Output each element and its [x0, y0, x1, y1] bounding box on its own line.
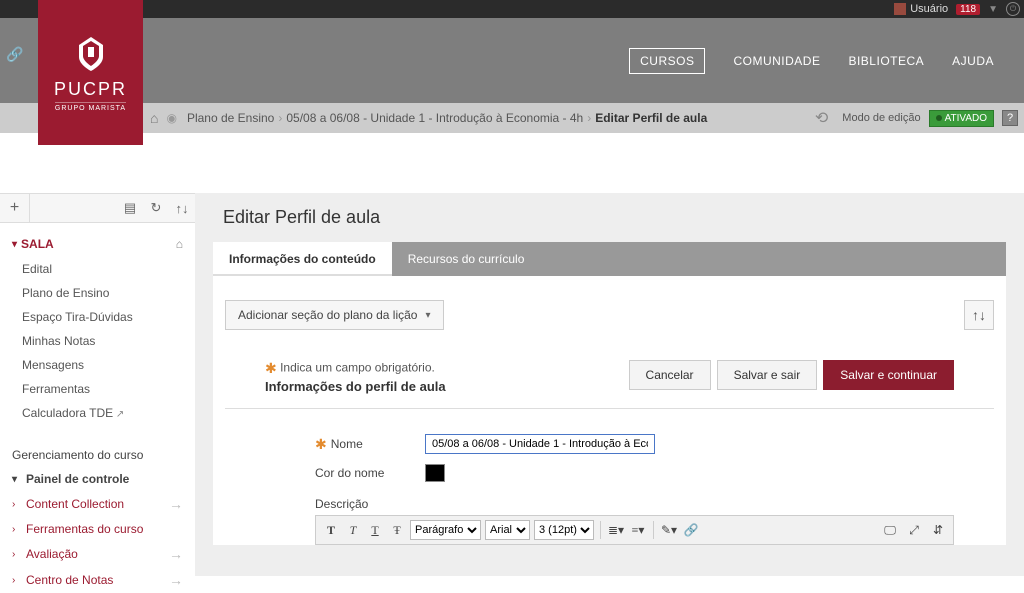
- tab-recursos[interactable]: Recursos do currículo: [392, 242, 541, 276]
- bullet-list-icon[interactable]: ≣▾: [607, 520, 625, 540]
- sync-icon[interactable]: ⟲: [815, 108, 828, 128]
- cancel-button[interactable]: Cancelar: [629, 360, 711, 390]
- sidebar-item-notas[interactable]: Minhas Notas: [12, 329, 183, 353]
- sidebar: + ▤ ↻ ↑↓ ▾ SALA ⌂ Edital Plano de Ensino…: [0, 193, 195, 593]
- font-select[interactable]: Arial: [485, 520, 530, 540]
- add-section-button[interactable]: Adicionar seção do plano da lição ▾: [225, 300, 444, 330]
- edit-mode-toggle[interactable]: ATIVADO: [929, 110, 994, 127]
- label-descricao: Descrição: [225, 487, 994, 513]
- nav-cursos[interactable]: CURSOS: [629, 48, 705, 74]
- user-menu[interactable]: Usuário: [894, 3, 948, 15]
- save-continue-button[interactable]: Salvar e continuar: [823, 360, 954, 390]
- collapse-icon[interactable]: ⇵: [929, 520, 947, 540]
- size-select[interactable]: 3 (12pt): [534, 520, 594, 540]
- crumb-b[interactable]: 05/08 a 06/08 - Unidade 1 - Introdução à…: [286, 111, 583, 125]
- chevron-down-icon[interactable]: ▼: [988, 4, 998, 15]
- arrow-right-icon: →: [169, 572, 183, 588]
- link-icon[interactable]: 🔗: [682, 520, 700, 540]
- reorder-button[interactable]: ↑↓: [964, 300, 994, 330]
- arrow-right-icon: →: [169, 496, 183, 512]
- color-swatch[interactable]: [425, 464, 445, 482]
- help-button[interactable]: ?: [1002, 110, 1018, 126]
- chevron-right-icon: ›: [12, 575, 20, 586]
- sidebar-item-edital[interactable]: Edital: [12, 257, 183, 281]
- toolbar-t1[interactable]: T: [322, 520, 340, 540]
- label-cor: Cor do nome: [315, 466, 384, 480]
- chevron-down-icon: ▾: [12, 239, 17, 250]
- pin-breadcrumb-icon[interactable]: ◉: [166, 111, 176, 125]
- crumb-sep: ›: [587, 111, 591, 125]
- sidebar-item-plano[interactable]: Plano de Ensino: [12, 281, 183, 305]
- chevron-down-icon: ▾: [425, 310, 430, 321]
- required-icon: ✱: [265, 360, 277, 376]
- nav-ajuda[interactable]: AJUDA: [952, 54, 994, 68]
- chevron-right-icon: ›: [12, 499, 20, 510]
- nav-biblioteca[interactable]: BIBLIOTECA: [848, 54, 924, 68]
- chevron-right-icon: ›: [12, 524, 20, 535]
- crest-icon: [71, 33, 111, 73]
- required-hint: Indica um campo obrigatório.: [280, 361, 435, 375]
- brand-sub: GRUPO MARISTA: [55, 102, 126, 112]
- sidebar-avaliacao[interactable]: ›Avaliação→: [0, 541, 195, 567]
- expand-icon[interactable]: ⤢: [905, 520, 923, 540]
- nav-comunidade[interactable]: COMUNIDADE: [733, 54, 820, 68]
- toolbar-t4[interactable]: Ŧ: [388, 520, 406, 540]
- breadcrumb: ⌂ ◉ Plano de Ensino › 05/08 a 06/08 - Un…: [0, 103, 1024, 133]
- toolbar-t2[interactable]: T: [344, 520, 362, 540]
- sidebar-item-ferramentas[interactable]: Ferramentas: [12, 377, 183, 401]
- monitor-icon[interactable]: 🖵: [881, 520, 899, 540]
- section-title: Informações do perfil de aula: [265, 379, 446, 394]
- main-nav: CURSOS COMUNIDADE BIBLIOTECA AJUDA: [0, 18, 1024, 103]
- sidebar-ferramentas-curso[interactable]: ›Ferramentas do curso: [0, 517, 195, 541]
- brand-logo[interactable]: PUCPR GRUPO MARISTA: [38, 0, 143, 145]
- crumb-c: Editar Perfil de aula: [595, 111, 707, 125]
- edit-mode-label: Modo de edição: [842, 112, 920, 124]
- brand-text: PUCPR: [54, 79, 127, 100]
- sidebar-painel-header[interactable]: ▾ Painel de controle: [0, 467, 195, 491]
- sidebar-item-mensagens[interactable]: Mensagens: [12, 353, 183, 377]
- save-exit-button[interactable]: Salvar e sair: [717, 360, 818, 390]
- power-icon[interactable]: ⏻: [1006, 2, 1020, 16]
- label-nome: Nome: [331, 437, 363, 451]
- sidebar-sala-header[interactable]: ▾ SALA ⌂: [12, 231, 183, 257]
- edit-icon[interactable]: ✎▾: [660, 520, 678, 540]
- chevron-right-icon: ›: [12, 549, 20, 560]
- crumb-sep: ›: [278, 111, 282, 125]
- crumb-a[interactable]: Plano de Ensino: [187, 111, 274, 125]
- home-icon: ⌂: [176, 237, 183, 251]
- editor-toolbar: T T T Ŧ Parágrafo Arial 3 (12pt) ≣▾ ≡▾ ✎…: [315, 515, 954, 545]
- arrow-right-icon: →: [169, 546, 183, 562]
- tab-informacoes[interactable]: Informações do conteúdo: [213, 242, 392, 276]
- refresh-icon[interactable]: ↻: [143, 200, 169, 216]
- sidebar-item-calculadora[interactable]: Calculadora TDE: [12, 401, 183, 425]
- sidebar-item-duvidas[interactable]: Espaço Tira-Dúvidas: [12, 305, 183, 329]
- sidebar-content-collection[interactable]: ›Content Collection→: [0, 491, 195, 517]
- sidebar-centro-notas[interactable]: ›Centro de Notas→: [0, 567, 195, 593]
- notification-badge[interactable]: 118: [956, 4, 980, 15]
- home-icon[interactable]: ⌂: [150, 110, 158, 126]
- user-label: Usuário: [910, 3, 948, 15]
- nome-input[interactable]: [425, 434, 655, 454]
- paragraph-select[interactable]: Parágrafo: [410, 520, 481, 540]
- number-list-icon[interactable]: ≡▾: [629, 520, 647, 540]
- layers-icon[interactable]: ▤: [117, 200, 143, 216]
- add-menu-button[interactable]: +: [0, 194, 30, 222]
- required-icon: ✱: [315, 436, 327, 453]
- reorder-icon[interactable]: ↑↓: [169, 201, 195, 216]
- sidebar-gerenciamento[interactable]: Gerenciamento do curso: [0, 443, 195, 467]
- avatar-icon: [894, 3, 906, 15]
- toolbar-t3[interactable]: T: [366, 520, 384, 540]
- page-title: Editar Perfil de aula: [195, 193, 1024, 242]
- chevron-down-icon: ▾: [12, 474, 20, 485]
- pin-icon[interactable]: 🔗: [6, 46, 23, 63]
